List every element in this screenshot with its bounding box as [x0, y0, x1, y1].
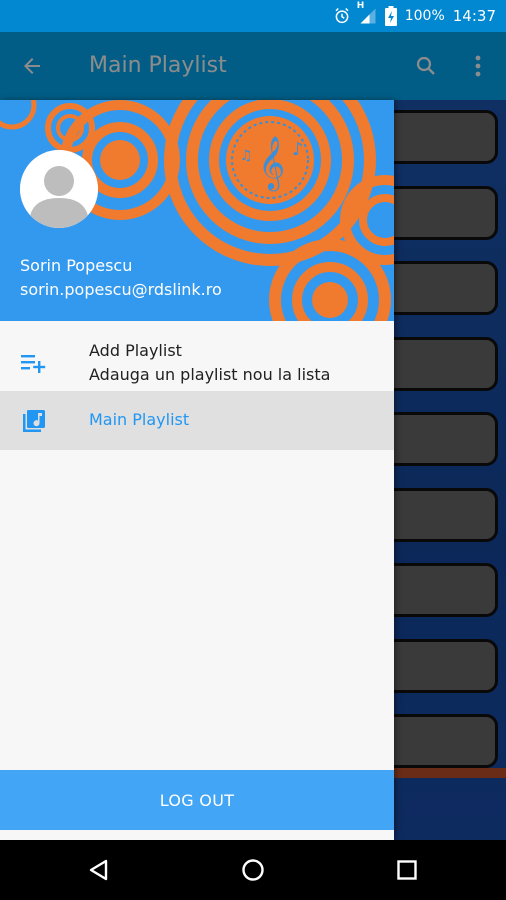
- menu-item-title: Add Playlist: [89, 341, 182, 360]
- network-type-label: H: [356, 1, 365, 11]
- nav-back-button[interactable]: [82, 854, 114, 886]
- signal-icon: H: [357, 1, 377, 25]
- user-placeholder-icon: [20, 150, 98, 228]
- square-recents-icon: [397, 860, 417, 880]
- library-music-icon: [20, 407, 48, 435]
- svg-text:♪: ♪: [292, 139, 304, 160]
- battery-charging-icon: [384, 6, 397, 26]
- user-email: sorin.popescu@rdslink.ro: [20, 280, 222, 299]
- svg-text:𝄞: 𝄞: [258, 135, 285, 191]
- menu-item-subtitle: Adauga un playlist nou la lista: [89, 365, 331, 384]
- menu-item-title: Main Playlist: [89, 410, 190, 429]
- triangle-back-icon: [89, 859, 108, 881]
- clock: 14:37: [452, 7, 496, 25]
- status-bar: H 100% 14:37: [0, 0, 506, 32]
- circle-home-icon: [242, 859, 264, 881]
- svg-text:♫: ♫: [240, 148, 253, 164]
- status-icons: H 100% 14:37: [333, 0, 496, 32]
- drawer-header: 𝄞 ♪ ♫ Sorin Popescu sorin.popescu@rdslin…: [0, 100, 394, 321]
- menu-item-main-playlist[interactable]: Main Playlist: [0, 391, 394, 450]
- menu-item-add-playlist[interactable]: Add Playlist Adauga un playlist nou la l…: [0, 321, 394, 391]
- nav-recents-button[interactable]: [391, 854, 423, 886]
- logout-button[interactable]: LOG OUT: [0, 770, 394, 830]
- avatar[interactable]: [20, 150, 98, 228]
- playlist-add-icon: [20, 349, 48, 377]
- navigation-drawer: 𝄞 ♪ ♫ Sorin Popescu sorin.popescu@rdslin…: [0, 100, 394, 840]
- system-nav-bar: [0, 840, 506, 900]
- battery-percent: 100%: [404, 8, 445, 24]
- nav-home-button[interactable]: [237, 854, 269, 886]
- alarm-icon: [333, 7, 351, 25]
- user-name: Sorin Popescu: [20, 256, 133, 275]
